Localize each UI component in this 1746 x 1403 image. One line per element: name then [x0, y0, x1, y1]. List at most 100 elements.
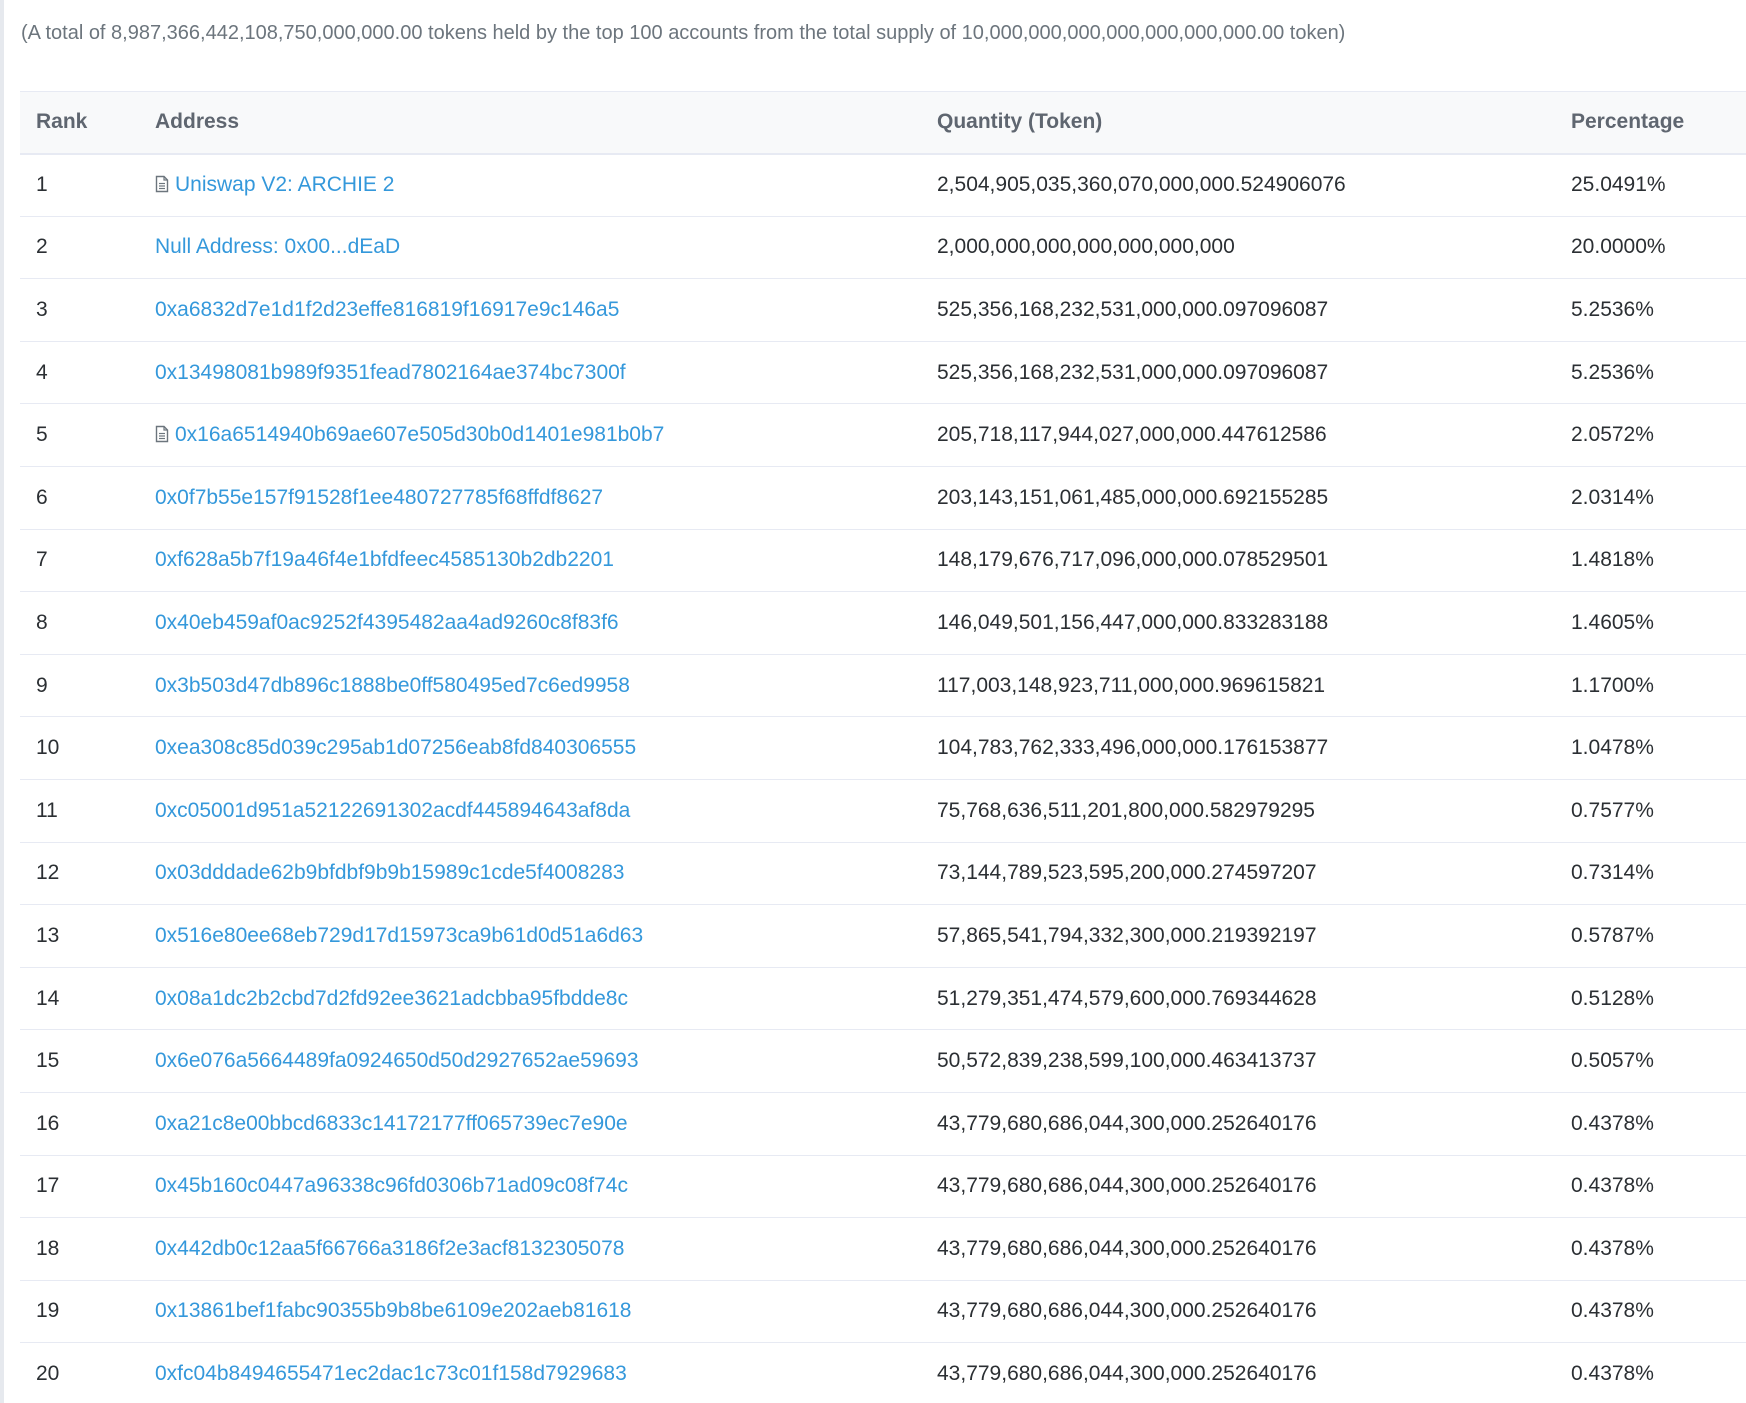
address-link[interactable]: 0x40eb459af0ac9252f4395482aa4ad9260c8f83…: [155, 611, 619, 634]
quantity-cell: 203,143,151,061,485,000,000.692155285: [937, 485, 1329, 509]
percentage-cell: 0.4378%: [1571, 1236, 1654, 1260]
percentage-cell: 0.5128%: [1571, 986, 1654, 1010]
table-row: 10 0xea308c85d039c295ab1d07256eab8fd8403…: [20, 717, 1746, 780]
table-row: 7 0xf628a5b7f19a46f4e1bfdfeec4585130b2db…: [20, 529, 1746, 592]
rank-cell: 18: [36, 1236, 60, 1260]
table-row: 17 0x45b160c0447a96338c96fd0306b71ad09c0…: [20, 1155, 1746, 1218]
rank-cell: 12: [36, 861, 60, 885]
address-link[interactable]: 0x13498081b989f9351fead7802164ae374bc730…: [155, 361, 626, 384]
table-row: 14 0x08a1dc2b2cbd7d2fd92ee3621adcbba95fb…: [20, 967, 1746, 1030]
address-link[interactable]: 0x6e076a5664489fa0924650d50d2927652ae596…: [155, 1049, 639, 1072]
table-header: Rank Address Quantity (Token) Percentage: [20, 91, 1746, 154]
rank-cell: 8: [36, 610, 48, 634]
address-link[interactable]: 0xfc04b8494655471ec2dac1c73c01f158d79296…: [155, 1362, 627, 1385]
table-row: 16 0xa21c8e00bbcd6833c14172177ff065739ec…: [20, 1092, 1746, 1155]
percentage-column-header: Percentage: [1571, 110, 1685, 134]
percentage-cell: 20.0000%: [1571, 235, 1666, 259]
rank-cell: 14: [36, 986, 60, 1010]
table-row: 6 0x0f7b55e157f91528f1ee480727785f68ffdf…: [20, 466, 1746, 530]
table-row: 15 0x6e076a5664489fa0924650d50d2927652ae…: [20, 1030, 1746, 1093]
rank-cell: 19: [36, 1299, 60, 1323]
rank-cell: 17: [36, 1174, 60, 1198]
rank-cell: 5: [36, 423, 48, 447]
rank-cell: 20: [36, 1362, 60, 1386]
table-row: 5 0x16a6514940b69ae607e505d30b0d1401e981…: [20, 404, 1746, 467]
table-row: 8 0x40eb459af0ac9252f4395482aa4ad9260c8f…: [20, 592, 1746, 655]
address-cell: 0x40eb459af0ac9252f4395482aa4ad9260c8f83…: [155, 592, 937, 655]
percentage-cell: 0.4378%: [1571, 1299, 1654, 1323]
quantity-cell: 2,000,000,000,000,000,000,000: [937, 235, 1235, 259]
rank-cell: 6: [36, 485, 48, 509]
table-row: 2 Null Address: 0x00...dEaD 2,000,000,00…: [20, 216, 1746, 279]
percentage-cell: 0.4378%: [1571, 1362, 1654, 1386]
percentage-cell: 0.4378%: [1571, 1174, 1654, 1198]
rank-cell: 13: [36, 923, 60, 947]
address-cell: 0x16a6514940b69ae607e505d30b0d1401e981b0…: [155, 404, 937, 467]
address-cell: 0x442db0c12aa5f66766a3186f2e3acf81323050…: [155, 1218, 937, 1281]
percentage-cell: 0.7577%: [1571, 798, 1654, 822]
rank-column-header: Rank: [36, 110, 88, 134]
percentage-cell: 2.0314%: [1571, 485, 1654, 509]
address-link[interactable]: 0xc05001d951a52122691302acdf445894643af8…: [155, 799, 630, 822]
quantity-cell: 43,779,680,686,044,300,000.252640176: [937, 1236, 1317, 1260]
table-row: 12 0x03dddade62b9bfdbf9b9b15989c1cde5f40…: [20, 842, 1746, 905]
quantity-cell: 57,865,541,794,332,300,000.219392197: [937, 923, 1317, 947]
table-body: 1 Uniswap V2: ARCHIE 2 2,504,905,035,360…: [20, 154, 1746, 1403]
quantity-cell: 43,779,680,686,044,300,000.252640176: [937, 1174, 1317, 1198]
quantity-cell: 148,179,676,717,096,000,000.078529501: [937, 548, 1329, 572]
address-link[interactable]: 0x13861bef1fabc90355b9b8be6109e202aeb816…: [155, 1299, 631, 1322]
quantity-cell: 117,003,148,923,711,000,000.969615821: [937, 673, 1326, 697]
rank-cell: 9: [36, 673, 48, 697]
address-link[interactable]: 0x3b503d47db896c1888be0ff580495ed7c6ed99…: [155, 674, 630, 697]
address-link[interactable]: 0xea308c85d039c295ab1d07256eab8fd8403065…: [155, 736, 636, 759]
token-holders-page: (A total of 8,987,366,442,108,750,000,00…: [0, 0, 1746, 1403]
address-cell: 0x0f7b55e157f91528f1ee480727785f68ffdf86…: [155, 466, 937, 529]
address-link[interactable]: 0x0f7b55e157f91528f1ee480727785f68ffdf86…: [155, 486, 603, 509]
percentage-cell: 1.4818%: [1571, 548, 1654, 572]
quantity-column-header: Quantity (Token): [937, 110, 1103, 134]
quantity-cell: 146,049,501,156,447,000,000.833283188: [937, 610, 1329, 634]
quantity-cell: 50,572,839,238,599,100,000.463413737: [937, 1049, 1317, 1073]
address-link[interactable]: 0x03dddade62b9bfdbf9b9b15989c1cde5f40082…: [155, 861, 624, 884]
address-link[interactable]: 0x442db0c12aa5f66766a3186f2e3acf81323050…: [155, 1237, 624, 1260]
percentage-cell: 5.2536%: [1571, 297, 1654, 321]
rank-cell: 1: [36, 173, 48, 197]
address-link[interactable]: 0xa21c8e00bbcd6833c14172177ff065739ec7e9…: [155, 1112, 628, 1135]
address-cell: 0xa6832d7e1d1f2d23effe816819f16917e9c146…: [155, 279, 937, 342]
address-link[interactable]: 0x16a6514940b69ae607e505d30b0d1401e981b0…: [175, 423, 664, 446]
rank-cell: 3: [36, 297, 48, 321]
address-link[interactable]: 0xf628a5b7f19a46f4e1bfdfeec4585130b2db22…: [155, 548, 614, 571]
rank-cell: 2: [36, 235, 48, 259]
address-link[interactable]: 0x08a1dc2b2cbd7d2fd92ee3621adcbba95fbdde…: [155, 987, 628, 1010]
percentage-cell: 1.0478%: [1571, 736, 1654, 760]
address-cell: 0x13498081b989f9351fead7802164ae374bc730…: [155, 341, 937, 404]
address-cell: 0x45b160c0447a96338c96fd0306b71ad09c08f7…: [155, 1155, 937, 1218]
percentage-cell: 1.1700%: [1571, 673, 1654, 697]
quantity-cell: 525,356,168,232,531,000,000.097096087: [937, 297, 1329, 321]
address-column-header: Address: [155, 110, 240, 134]
table-row: 20 0xfc04b8494655471ec2dac1c73c01f158d79…: [20, 1343, 1746, 1403]
table-row: 9 0x3b503d47db896c1888be0ff580495ed7c6ed…: [20, 654, 1746, 717]
address-cell: 0x08a1dc2b2cbd7d2fd92ee3621adcbba95fbdde…: [155, 967, 937, 1030]
table-row: 18 0x442db0c12aa5f66766a3186f2e3acf81323…: [20, 1218, 1746, 1281]
percentage-cell: 0.7314%: [1571, 861, 1654, 885]
address-link[interactable]: 0xa6832d7e1d1f2d23effe816819f16917e9c146…: [155, 298, 619, 321]
header-row: Rank Address Quantity (Token) Percentage: [20, 91, 1746, 154]
address-link[interactable]: Uniswap V2: ARCHIE 2: [175, 173, 394, 196]
percentage-cell: 2.0572%: [1571, 423, 1654, 447]
quantity-cell: 43,779,680,686,044,300,000.252640176: [937, 1299, 1317, 1323]
rank-cell: 7: [36, 548, 48, 572]
quantity-cell: 2,504,905,035,360,070,000,000.524906076: [937, 173, 1346, 197]
quantity-cell: 75,768,636,511,201,800,000.582979295: [937, 798, 1315, 822]
address-link[interactable]: 0x516e80ee68eb729d17d15973ca9b61d0d51a6d…: [155, 924, 643, 947]
address-link[interactable]: Null Address: 0x00...dEaD: [155, 235, 400, 258]
quantity-cell: 205,718,117,944,027,000,000.447612586: [937, 423, 1327, 447]
quantity-cell: 51,279,351,474,579,600,000.769344628: [937, 986, 1317, 1010]
address-cell: 0xea308c85d039c295ab1d07256eab8fd8403065…: [155, 717, 937, 780]
table-row: 13 0x516e80ee68eb729d17d15973ca9b61d0d51…: [20, 905, 1746, 968]
address-cell: 0xc05001d951a52122691302acdf445894643af8…: [155, 779, 937, 842]
table-row: 11 0xc05001d951a52122691302acdf445894643…: [20, 779, 1746, 843]
table-row: 1 Uniswap V2: ARCHIE 2 2,504,905,035,360…: [20, 154, 1746, 217]
address-link[interactable]: 0x45b160c0447a96338c96fd0306b71ad09c08f7…: [155, 1174, 628, 1197]
quantity-cell: 525,356,168,232,531,000,000.097096087: [937, 360, 1329, 384]
